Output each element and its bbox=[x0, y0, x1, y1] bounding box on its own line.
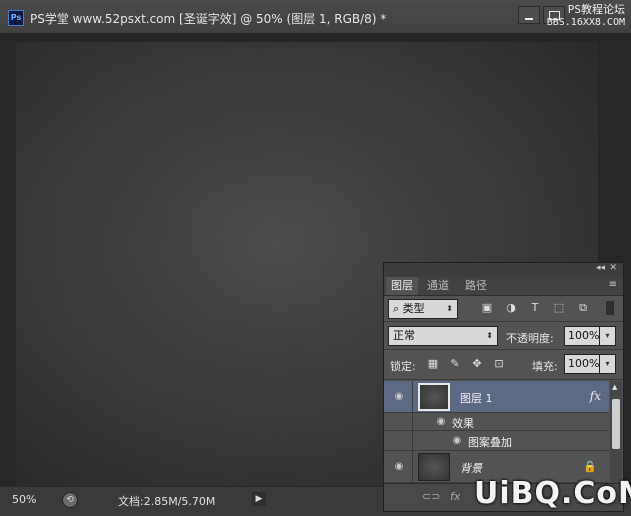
layers-panel: ◂◂ ✕ 图层 通道 路径 ≡ ⌕ 类型 ⬍ ▣ ◑ T ⬚ ⧉ 正常 ⬍ 不透… bbox=[383, 262, 624, 512]
filter-pixel-icon[interactable]: ▣ bbox=[480, 301, 494, 315]
divider bbox=[384, 321, 623, 322]
filter-smart-object-icon[interactable]: ⧉ bbox=[576, 301, 590, 315]
filter-type-icon[interactable]: T bbox=[528, 301, 542, 315]
scroll-up-icon[interactable]: ▲ bbox=[612, 383, 617, 391]
document-info-icon[interactable]: ⟲ bbox=[62, 492, 78, 508]
chevron-updown-icon: ⬍ bbox=[446, 304, 453, 313]
close-panel-icon[interactable]: ✕ bbox=[609, 263, 617, 273]
opacity-input[interactable]: 100% bbox=[564, 326, 600, 346]
minimize-button[interactable] bbox=[518, 6, 540, 24]
fill-label: 填充: bbox=[532, 360, 558, 373]
fill-input[interactable]: 100% bbox=[564, 354, 600, 374]
add-style-icon[interactable]: fx bbox=[450, 490, 460, 503]
divider bbox=[412, 431, 413, 451]
filter-kind-dropdown[interactable]: ⌕ 类型 ⬍ bbox=[388, 299, 458, 319]
lock-transparent-pixels-icon[interactable]: ▦ bbox=[426, 357, 440, 371]
document-title: PS学堂 www.52psxt.com [圣诞字效] @ 50% (图层 1, … bbox=[30, 12, 387, 26]
blend-row: 正常 ⬍ 不透明度: 100% ▾ bbox=[384, 323, 623, 349]
divider bbox=[384, 349, 623, 350]
layer-effect-pattern-overlay-row[interactable]: ◉ 图案叠加 bbox=[384, 431, 609, 451]
status-menu-arrow-icon[interactable]: ▶ bbox=[252, 492, 266, 506]
watermark-forum-name: PS教程论坛 bbox=[567, 3, 625, 16]
link-layers-icon[interactable]: ⊂⊃ bbox=[422, 490, 440, 503]
panel-header-strip: ◂◂ ✕ bbox=[384, 263, 623, 277]
layer-filter-row: ⌕ 类型 ⬍ ▣ ◑ T ⬚ ⧉ bbox=[384, 297, 623, 321]
tab-paths[interactable]: 路径 bbox=[460, 277, 492, 295]
watermark-forum: PS教程论坛 BBS.16XX8.COM bbox=[547, 3, 625, 29]
fx-effects-icon[interactable]: fx bbox=[590, 389, 601, 403]
document-titlebar: Ps PS学堂 www.52psxt.com [圣诞字效] @ 50% (图层 … bbox=[0, 0, 631, 34]
lock-icon: 🔒 bbox=[583, 460, 597, 473]
filter-kind-label: 类型 bbox=[402, 302, 425, 315]
layer-thumbnail[interactable] bbox=[418, 453, 450, 481]
divider bbox=[412, 413, 413, 431]
filter-toggle-icon[interactable] bbox=[606, 301, 614, 315]
layer-thumbnail[interactable] bbox=[418, 383, 450, 411]
lock-all-icon[interactable]: ⊡ bbox=[492, 357, 506, 371]
search-icon: ⌕ bbox=[393, 302, 403, 315]
filter-shape-icon[interactable]: ⬚ bbox=[552, 301, 566, 315]
lock-position-icon[interactable]: ✥ bbox=[470, 357, 484, 371]
tab-layers[interactable]: 图层 bbox=[386, 277, 418, 295]
eye-visibility-icon[interactable]: ◉ bbox=[450, 436, 464, 446]
lock-image-pixels-icon[interactable]: ✎ bbox=[448, 357, 462, 371]
eye-visibility-icon[interactable]: ◉ bbox=[392, 392, 406, 402]
layer-name[interactable]: 图层 1 bbox=[460, 390, 493, 406]
eye-visibility-icon[interactable]: ◉ bbox=[392, 462, 406, 472]
panel-tabs: 图层 通道 路径 ≡ bbox=[384, 277, 623, 296]
document-size: 文档:2.85M/5.70M bbox=[118, 495, 216, 508]
tab-channels[interactable]: 通道 bbox=[422, 277, 454, 295]
blend-mode-value: 正常 bbox=[393, 329, 415, 342]
layer-effects-row[interactable]: ◉ 效果 bbox=[384, 413, 609, 431]
watermark-site-logo: UiBQ.CoM bbox=[474, 476, 631, 511]
pattern-overlay-label[interactable]: 图案叠加 bbox=[468, 434, 512, 450]
effects-label: 效果 bbox=[452, 417, 474, 430]
scrollbar-thumb[interactable] bbox=[612, 399, 620, 449]
photoshop-logo-icon: Ps bbox=[8, 10, 24, 26]
watermark-forum-url: BBS.16XX8.COM bbox=[546, 17, 625, 28]
layer-row-layer1[interactable]: ◉ 图层 1 fx bbox=[384, 381, 609, 413]
opacity-label: 不透明度: bbox=[506, 332, 554, 345]
divider bbox=[384, 379, 623, 380]
divider bbox=[412, 381, 413, 413]
lock-label: 锁定: bbox=[390, 360, 416, 373]
fill-dropdown-icon[interactable]: ▾ bbox=[600, 354, 616, 374]
collapse-panel-icon[interactable]: ◂◂ bbox=[596, 263, 605, 273]
eye-visibility-icon[interactable]: ◉ bbox=[434, 417, 448, 427]
opacity-dropdown-icon[interactable]: ▾ bbox=[600, 326, 616, 346]
lock-row: 锁定: ▦ ✎ ✥ ⊡ 填充: 100% ▾ bbox=[384, 351, 623, 377]
blend-mode-dropdown[interactable]: 正常 ⬍ bbox=[388, 326, 498, 346]
layers-scrollbar[interactable]: ▲ bbox=[610, 381, 622, 483]
filter-adjustment-icon[interactable]: ◑ bbox=[504, 301, 518, 315]
chevron-updown-icon: ⬍ bbox=[486, 331, 493, 340]
layer-name[interactable]: 背景 bbox=[460, 460, 482, 476]
panel-menu-icon[interactable]: ≡ bbox=[609, 279, 617, 290]
zoom-level[interactable]: 50% bbox=[12, 493, 36, 506]
divider bbox=[412, 451, 413, 483]
